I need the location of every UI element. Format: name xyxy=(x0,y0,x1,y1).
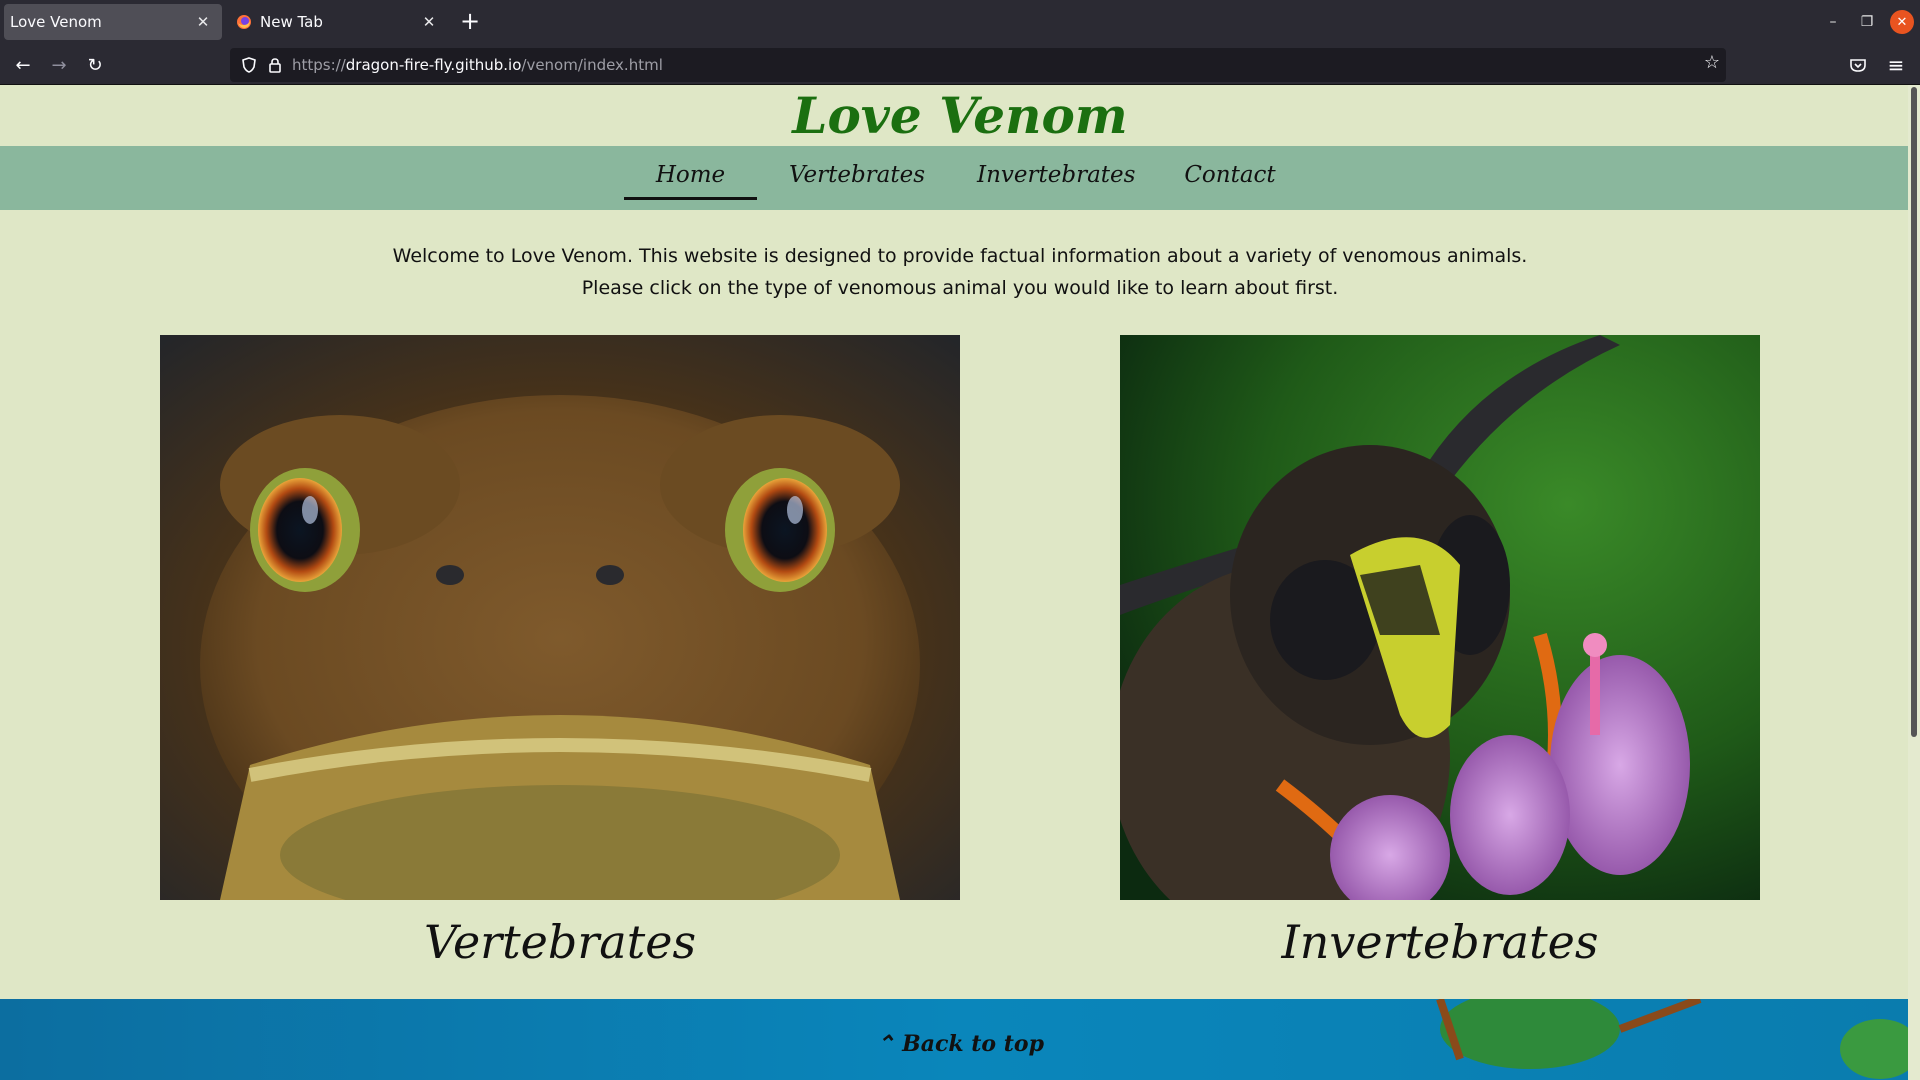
nav-contact[interactable]: Contact xyxy=(1180,156,1280,200)
back-to-top-label: Back to top xyxy=(902,1031,1044,1057)
bookmark-star-icon[interactable]: ☆ xyxy=(1704,52,1720,73)
back-arrow-icon[interactable]: ← xyxy=(8,50,38,80)
nav-vertebrates[interactable]: Vertebrates xyxy=(789,156,925,200)
pocket-icon[interactable] xyxy=(1849,56,1867,74)
close-tab-icon[interactable]: ✕ xyxy=(192,11,214,33)
reload-icon[interactable]: ↻ xyxy=(80,50,110,80)
welcome-line: Please click on the type of venomous ani… xyxy=(581,277,1339,299)
tab-new-tab[interactable]: New Tab ✕ xyxy=(228,4,448,40)
url-scheme: https:// xyxy=(292,56,346,74)
tab-love-venom[interactable]: Love Venom ✕ xyxy=(4,4,222,40)
close-tab-icon[interactable]: ✕ xyxy=(418,11,440,33)
nav-home[interactable]: Home xyxy=(624,156,757,200)
page-scrollbar[interactable] xyxy=(1908,85,1920,1080)
invertebrates-image-link[interactable] xyxy=(1120,335,1760,900)
scrollbar-thumb[interactable] xyxy=(1911,87,1917,737)
welcome-line: Welcome to Love Venom. This website is d… xyxy=(392,245,1528,267)
url-path: /venom/index.html xyxy=(521,56,663,74)
nav-invertebrates[interactable]: Invertebrates xyxy=(977,156,1135,200)
forward-arrow-icon[interactable]: → xyxy=(44,50,74,80)
url-host: dragon-fire-fly.github.io xyxy=(345,56,522,74)
menu-icon[interactable]: ≡ xyxy=(1881,50,1911,80)
restore-icon[interactable]: ❐ xyxy=(1855,10,1879,34)
footer: ⌃ Back to top xyxy=(0,999,1920,1080)
vertebrates-label[interactable]: Vertebrates xyxy=(160,915,960,969)
welcome-text: Welcome to Love Venom. This website is d… xyxy=(0,240,1920,304)
wasp-photo xyxy=(1120,335,1760,900)
tab-title: Love Venom xyxy=(10,13,102,31)
back-to-top-link[interactable]: ⌃ Back to top xyxy=(0,1031,1920,1057)
firefox-icon xyxy=(237,15,251,29)
browser-toolbar: ← → ↻ https://dragon-fire-fly.github.io/… xyxy=(0,44,1920,85)
site-title[interactable]: Love Venom xyxy=(0,85,1920,146)
site-navigation: Home Vertebrates Invertebrates Contact xyxy=(0,146,1920,210)
tab-title: New Tab xyxy=(260,13,323,31)
chevron-up-icon: ⌃ xyxy=(876,1031,903,1057)
address-bar[interactable]: https://dragon-fire-fly.github.io/venom/… xyxy=(230,48,1726,82)
invertebrates-label[interactable]: Invertebrates xyxy=(1120,915,1760,969)
vertebrates-image-link[interactable] xyxy=(160,335,960,900)
url-text[interactable]: https://dragon-fire-fly.github.io/venom/… xyxy=(292,56,663,74)
window-close-icon[interactable]: ✕ xyxy=(1890,10,1914,34)
toad-photo xyxy=(160,335,960,900)
lock-icon[interactable] xyxy=(266,56,284,74)
new-tab-button[interactable]: + xyxy=(456,8,484,36)
minimize-icon[interactable]: – xyxy=(1821,10,1845,34)
shield-icon[interactable] xyxy=(240,56,258,74)
tab-strip: Love Venom ✕ New Tab ✕ + – ❐ ✕ xyxy=(0,0,1920,44)
web-page: Love Venom Home Vertebrates Invertebrate… xyxy=(0,85,1920,1080)
